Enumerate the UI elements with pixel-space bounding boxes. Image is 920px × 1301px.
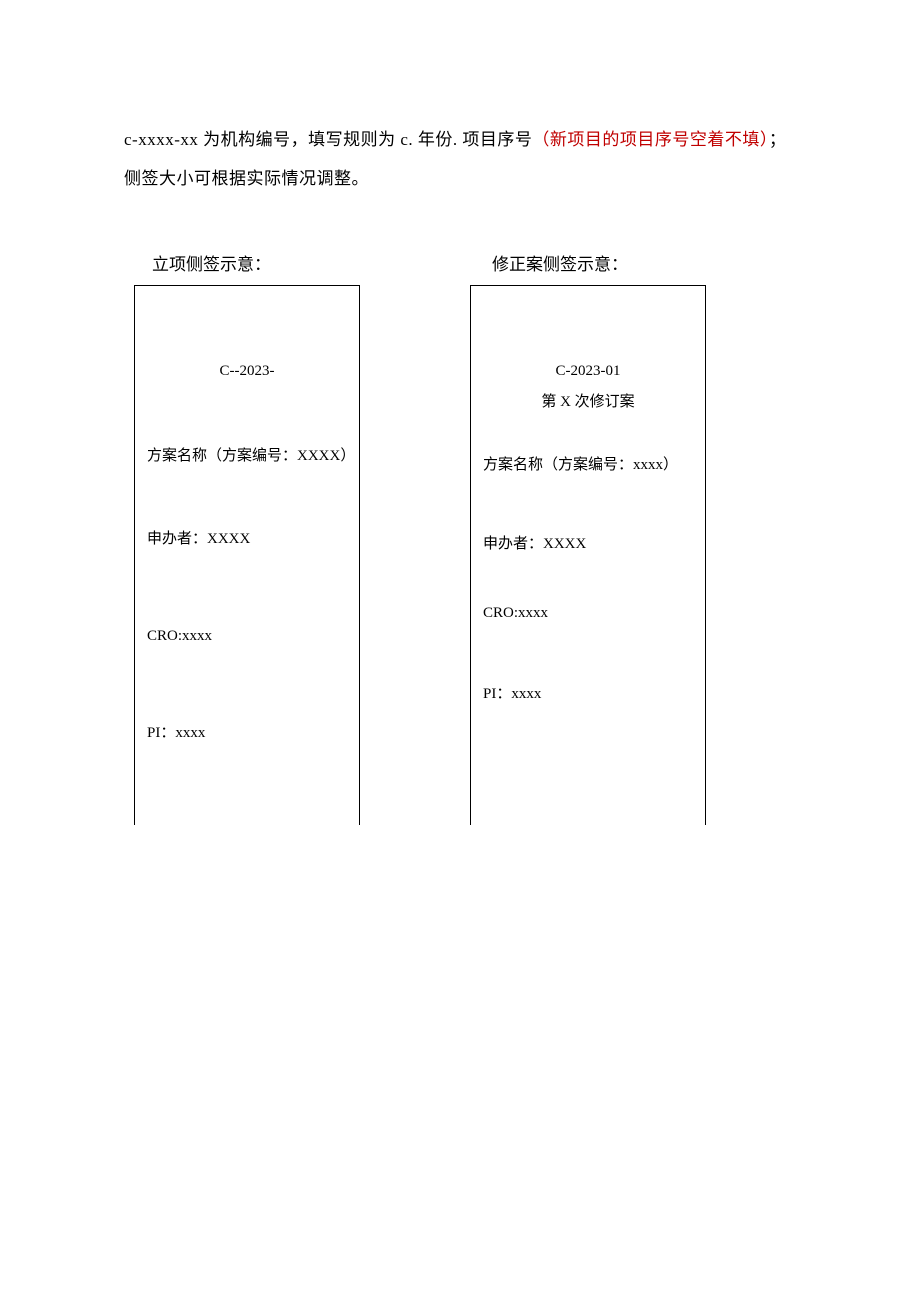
right-code: C-2023-01	[481, 358, 695, 385]
right-card: C-2023-01 第 X 次修订案 方案名称（方案编号：xxxx） 申办者：X…	[470, 285, 706, 825]
examples-row: 立项侧签示意： C--2023- 方案名称（方案编号：XXXX） 申办者：XXX…	[124, 250, 796, 825]
left-label: 立项侧签示意：	[152, 250, 454, 275]
right-sponsor: 申办者：XXXX	[481, 531, 695, 558]
left-code: C--2023-	[145, 358, 349, 385]
right-column: 修正案侧签示意： C-2023-01 第 X 次修订案 方案名称（方案编号：xx…	[464, 250, 794, 825]
right-scheme: 方案名称（方案编号：xxxx）	[481, 452, 695, 479]
left-scheme: 方案名称（方案编号：XXXX）	[145, 443, 349, 470]
intro-paragraph: c-xxxx-xx 为机构编号，填写规则为 c. 年份. 项目序号（新项目的项目…	[124, 120, 796, 198]
intro-text-red: （新项目的项目序号空着不填）	[532, 130, 769, 149]
left-card: C--2023- 方案名称（方案编号：XXXX） 申办者：XXXX CRO:xx…	[134, 285, 360, 825]
left-cro: CRO:xxxx	[145, 623, 349, 650]
left-column: 立项侧签示意： C--2023- 方案名称（方案编号：XXXX） 申办者：XXX…	[124, 250, 454, 825]
right-pi: PI：xxxx	[481, 681, 695, 708]
right-cro: CRO:xxxx	[481, 600, 695, 627]
intro-text-1: c-xxxx-xx 为机构编号，填写规则为 c. 年份. 项目序号	[124, 130, 532, 149]
right-label: 修正案侧签示意：	[492, 250, 794, 275]
left-pi: PI：xxxx	[145, 720, 349, 747]
left-sponsor: 申办者：XXXX	[145, 526, 349, 553]
right-revision: 第 X 次修订案	[481, 389, 695, 416]
